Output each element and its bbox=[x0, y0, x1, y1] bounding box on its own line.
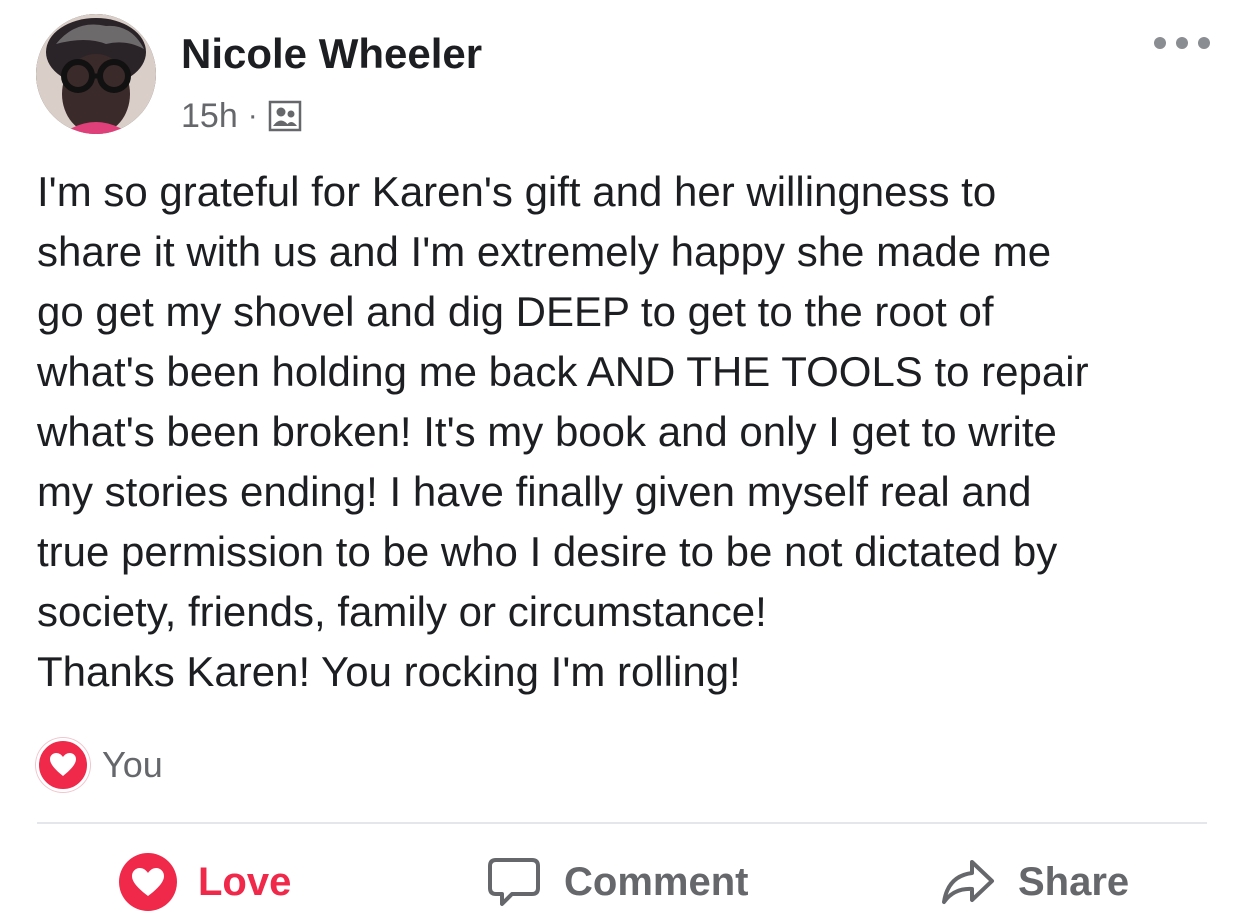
post-body: I'm so grateful for Karen's gift and her… bbox=[37, 162, 1217, 702]
reaction-summary[interactable]: You bbox=[36, 738, 163, 792]
more-dot bbox=[1176, 37, 1188, 49]
love-label: Love bbox=[198, 859, 292, 904]
post-text-line: my stories ending! I have finally given … bbox=[37, 468, 1032, 515]
comment-button[interactable]: Comment bbox=[484, 840, 748, 924]
post-meta: 15h · bbox=[181, 94, 302, 138]
post-text-line: I'm so grateful for Karen's gift and her… bbox=[37, 168, 997, 215]
post-timestamp[interactable]: 15h bbox=[181, 97, 238, 136]
post-text-line: true permission to be who I desire to be… bbox=[37, 528, 1058, 575]
heart-love-icon bbox=[118, 852, 178, 912]
post-text-line: what's been broken! It's my book and onl… bbox=[37, 408, 1057, 455]
facebook-post: Nicole Wheeler 15h · I'm so grateful for… bbox=[0, 0, 1242, 924]
post-text-line: what's been holding me back AND THE TOOL… bbox=[37, 348, 1089, 395]
divider bbox=[37, 822, 1207, 824]
share-label: Share bbox=[1018, 859, 1130, 904]
reaction-names[interactable]: You bbox=[102, 744, 163, 786]
post-text-line: share it with us and I'm extremely happy… bbox=[37, 228, 1052, 275]
more-options-icon[interactable] bbox=[1154, 32, 1210, 54]
friends-group-icon[interactable] bbox=[268, 99, 302, 133]
action-bar: Love Comment Share bbox=[0, 840, 1242, 924]
share-arrow-icon bbox=[938, 852, 998, 912]
avatar[interactable] bbox=[36, 14, 156, 134]
more-dot bbox=[1198, 37, 1210, 49]
share-button[interactable]: Share bbox=[938, 840, 1129, 924]
comment-bubble-icon bbox=[484, 852, 544, 912]
post-text-line: go get my shovel and dig DEEP to get to … bbox=[37, 288, 994, 335]
heart-love-icon bbox=[36, 738, 90, 792]
author-name[interactable]: Nicole Wheeler bbox=[181, 30, 482, 78]
comment-label: Comment bbox=[564, 859, 749, 904]
post-text-line: society, friends, family or circumstance… bbox=[37, 588, 767, 635]
meta-separator: · bbox=[247, 99, 258, 132]
post-text-line: Thanks Karen! You rocking I'm rolling! bbox=[37, 648, 741, 695]
avatar-image bbox=[36, 14, 156, 134]
more-dot bbox=[1154, 37, 1166, 49]
love-button[interactable]: Love bbox=[118, 840, 291, 924]
